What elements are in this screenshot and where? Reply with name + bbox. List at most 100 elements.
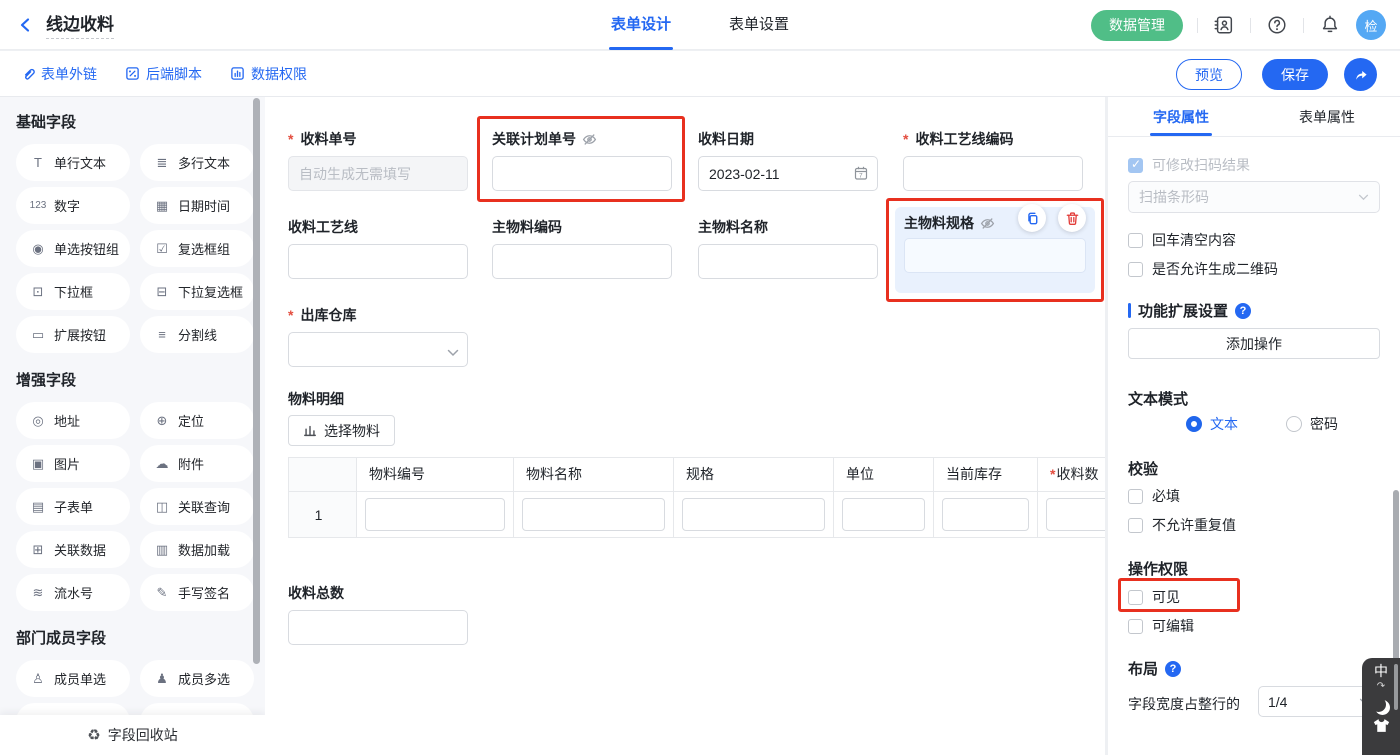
field-pill-image[interactable]: ▣图片: [16, 445, 130, 482]
add-action-button[interactable]: 添加操作: [1128, 328, 1380, 359]
field-line-code[interactable]: *收料工艺线编码: [903, 130, 1083, 191]
form-title[interactable]: 线边收料: [46, 10, 114, 39]
field-pill-attachment[interactable]: ☁附件: [140, 445, 254, 482]
field-pill-member-single[interactable]: ♙成员单选: [16, 660, 130, 697]
mat-code-input[interactable]: [492, 244, 672, 279]
field-pill-extend-button[interactable]: ▭扩展按钮: [16, 316, 130, 353]
field-receipt-date[interactable]: 收料日期 7: [698, 130, 878, 191]
tab-field-properties[interactable]: 字段属性: [1108, 97, 1254, 136]
shirt-icon[interactable]: [1373, 718, 1390, 733]
mini-arrow-icon[interactable]: ↷: [1377, 682, 1385, 692]
help-icon[interactable]: [1265, 13, 1289, 37]
receipt-no-input[interactable]: [288, 156, 468, 191]
editable-row: 可编辑: [1128, 616, 1194, 636]
field-label: 主物料编码: [492, 217, 562, 237]
material-name-input[interactable]: [522, 498, 665, 531]
scan-mode-dropdown[interactable]: 扫描条形码: [1128, 181, 1380, 213]
help-question-icon[interactable]: ?: [1165, 661, 1181, 677]
notification-bell-icon[interactable]: [1318, 13, 1342, 37]
detail-section-title: 物料明细: [288, 389, 344, 409]
line-code-input[interactable]: [903, 156, 1083, 191]
field-mat-spec-selected[interactable]: 主物料规格: [895, 207, 1095, 293]
field-mat-code[interactable]: 主物料编码: [492, 218, 672, 279]
contact-book-icon[interactable]: [1212, 13, 1236, 37]
delete-field-button[interactable]: [1058, 204, 1086, 232]
bar-chart-icon: [303, 424, 317, 438]
editable-checkbox[interactable]: [1128, 619, 1143, 634]
stock-input[interactable]: [942, 498, 1029, 531]
visible-checkbox[interactable]: [1128, 590, 1143, 605]
help-question-icon[interactable]: ?: [1235, 303, 1251, 319]
translate-icon[interactable]: 中: [1374, 664, 1388, 679]
backend-script-link[interactable]: 后端脚本: [125, 64, 202, 84]
field-pill-serial-number[interactable]: ≋流水号: [16, 574, 130, 611]
field-pill-radio-group[interactable]: ◉单选按钮组: [16, 230, 130, 267]
material-code-input[interactable]: [365, 498, 505, 531]
field-pill-dropdown[interactable]: ⊡下拉框: [16, 273, 130, 310]
no-duplicate-checkbox[interactable]: [1128, 518, 1143, 533]
field-mat-name[interactable]: 主物料名称: [698, 218, 878, 279]
field-width-label-row: 字段宽度占整行的: [1128, 694, 1240, 714]
warehouse-select[interactable]: [288, 332, 468, 367]
receipt-qty-input[interactable]: [1046, 498, 1105, 531]
field-pill-number[interactable]: 123数字: [16, 187, 130, 224]
text-radio[interactable]: [1186, 416, 1202, 432]
field-pill-subform[interactable]: ▤子表单: [16, 488, 130, 525]
panel-scrollbar[interactable]: [1393, 490, 1399, 662]
field-line[interactable]: 收料工艺线: [288, 218, 468, 279]
field-recycle-bin[interactable]: ♻ 字段回收站: [0, 715, 265, 755]
field-pill-checkbox-group[interactable]: ☑复选框组: [140, 230, 254, 267]
field-pill-member-multi[interactable]: ♟成员多选: [140, 660, 254, 697]
field-pill-data-load[interactable]: ▥数据加载: [140, 531, 254, 568]
clear-on-enter-row: 回车清空内容: [1128, 230, 1236, 250]
receipt-date-input[interactable]: [698, 156, 878, 191]
field-label: 主物料规格: [904, 213, 974, 233]
tab-form-settings[interactable]: 表单设置: [729, 0, 789, 50]
user-avatar[interactable]: 检: [1356, 10, 1386, 40]
spec-input[interactable]: [682, 498, 825, 531]
field-pill-multi-dropdown[interactable]: ⊟下拉复选框: [140, 273, 254, 310]
allow-qrcode-label: 是否允许生成二维码: [1152, 259, 1278, 279]
field-warehouse[interactable]: *出库仓库: [288, 306, 468, 367]
line-input[interactable]: [288, 244, 468, 279]
dark-mode-moon-icon[interactable]: [1371, 697, 1386, 712]
unit-input[interactable]: [842, 498, 925, 531]
form-external-link[interactable]: 表单外链: [20, 64, 97, 84]
field-pill-address[interactable]: ◎地址: [16, 402, 130, 439]
col-unit: 单位: [834, 458, 934, 491]
scan-editable-checkbox[interactable]: [1128, 158, 1143, 173]
back-button[interactable]: [18, 17, 34, 33]
password-radio[interactable]: [1286, 416, 1302, 432]
field-label: 主物料名称: [698, 217, 768, 237]
share-button[interactable]: [1344, 58, 1377, 91]
field-pill-location[interactable]: ⊕定位: [140, 402, 254, 439]
save-button[interactable]: 保存: [1262, 59, 1328, 90]
field-plan-no[interactable]: 关联计划单号: [492, 130, 672, 191]
top-bar: 线边收料 表单设计 表单设置 数据管理: [0, 0, 1400, 50]
preview-button[interactable]: 预览: [1176, 59, 1242, 90]
clear-on-enter-checkbox[interactable]: [1128, 233, 1143, 248]
required-checkbox[interactable]: [1128, 489, 1143, 504]
plan-no-input[interactable]: [492, 156, 672, 191]
sidebar-scrollbar[interactable]: [253, 98, 260, 664]
field-total[interactable]: 收料总数: [288, 584, 468, 645]
field-pill-linked-data[interactable]: ⊞关联数据: [16, 531, 130, 568]
field-pill-single-line-text[interactable]: T单行文本: [16, 144, 130, 181]
field-pill-divider[interactable]: ≡分割线: [140, 316, 254, 353]
tab-form-design[interactable]: 表单设计: [611, 0, 671, 50]
allow-qrcode-checkbox[interactable]: [1128, 262, 1143, 277]
data-manage-button[interactable]: 数据管理: [1091, 10, 1183, 41]
total-input[interactable]: [288, 610, 468, 645]
mat-name-input[interactable]: [698, 244, 878, 279]
data-permission-link[interactable]: 数据权限: [230, 64, 307, 84]
field-pill-multi-line-text[interactable]: ≣多行文本: [140, 144, 254, 181]
field-pill-signature[interactable]: ✎手写签名: [140, 574, 254, 611]
select-material-button[interactable]: 选择物料: [288, 415, 395, 446]
field-receipt-no[interactable]: *收料单号: [288, 130, 468, 191]
tab-form-properties[interactable]: 表单属性: [1254, 97, 1400, 136]
field-pill-linked-query[interactable]: ◫关联查询: [140, 488, 254, 525]
mat-spec-input[interactable]: [904, 238, 1086, 273]
copy-field-button[interactable]: [1018, 204, 1046, 232]
field-pill-datetime[interactable]: ▦日期时间: [140, 187, 254, 224]
required-asterisk: *: [1050, 466, 1055, 482]
